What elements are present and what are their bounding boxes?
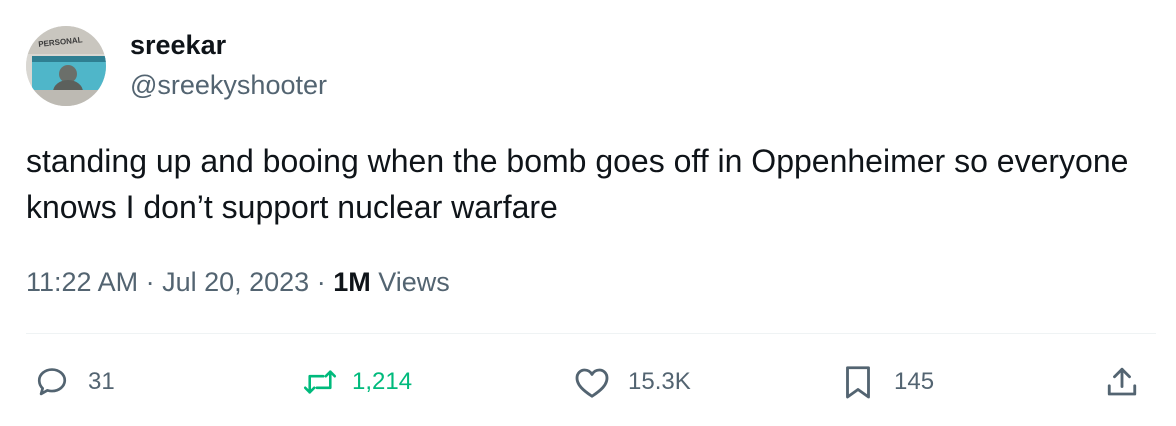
tweet-text: standing up and booing when the bomb goe…	[26, 143, 1129, 225]
divider	[26, 333, 1156, 334]
reply-button[interactable]: 31	[34, 362, 115, 402]
profile-photo-icon: PERSONAL	[26, 26, 106, 106]
like-count: 15.3K	[628, 368, 691, 395]
bookmark-count: 145	[894, 368, 935, 395]
tweet-time[interactable]: 11:22 AM	[26, 267, 138, 297]
avatar[interactable]: PERSONAL	[26, 26, 106, 106]
share-icon	[1104, 364, 1140, 400]
reply-count: 31	[88, 368, 115, 395]
meta-separator: ·	[138, 267, 163, 297]
reply-icon	[34, 364, 70, 400]
tweet-date[interactable]: Jul 20, 2023	[162, 267, 309, 297]
bookmark-button[interactable]: 145	[840, 362, 934, 402]
tweet-card: PERSONAL sreekar @sreekyshooter standing…	[0, 0, 1176, 426]
meta-separator: ·	[309, 267, 334, 297]
views-label: Views	[370, 267, 450, 297]
retweet-icon	[302, 364, 338, 400]
views-count[interactable]: 1M	[333, 267, 371, 297]
heart-icon	[574, 364, 610, 400]
bookmark-icon	[840, 364, 876, 400]
retweet-count: 1,214	[352, 368, 413, 395]
tweet-meta: 11:22 AM · Jul 20, 2023 · 1M Views	[26, 264, 450, 300]
like-button[interactable]: 15.3K	[574, 362, 691, 402]
author-name[interactable]: sreekar	[130, 28, 226, 62]
retweet-button[interactable]: 1,214	[302, 362, 412, 402]
share-button[interactable]	[1104, 362, 1140, 402]
author-handle[interactable]: @sreekyshooter	[130, 68, 327, 102]
